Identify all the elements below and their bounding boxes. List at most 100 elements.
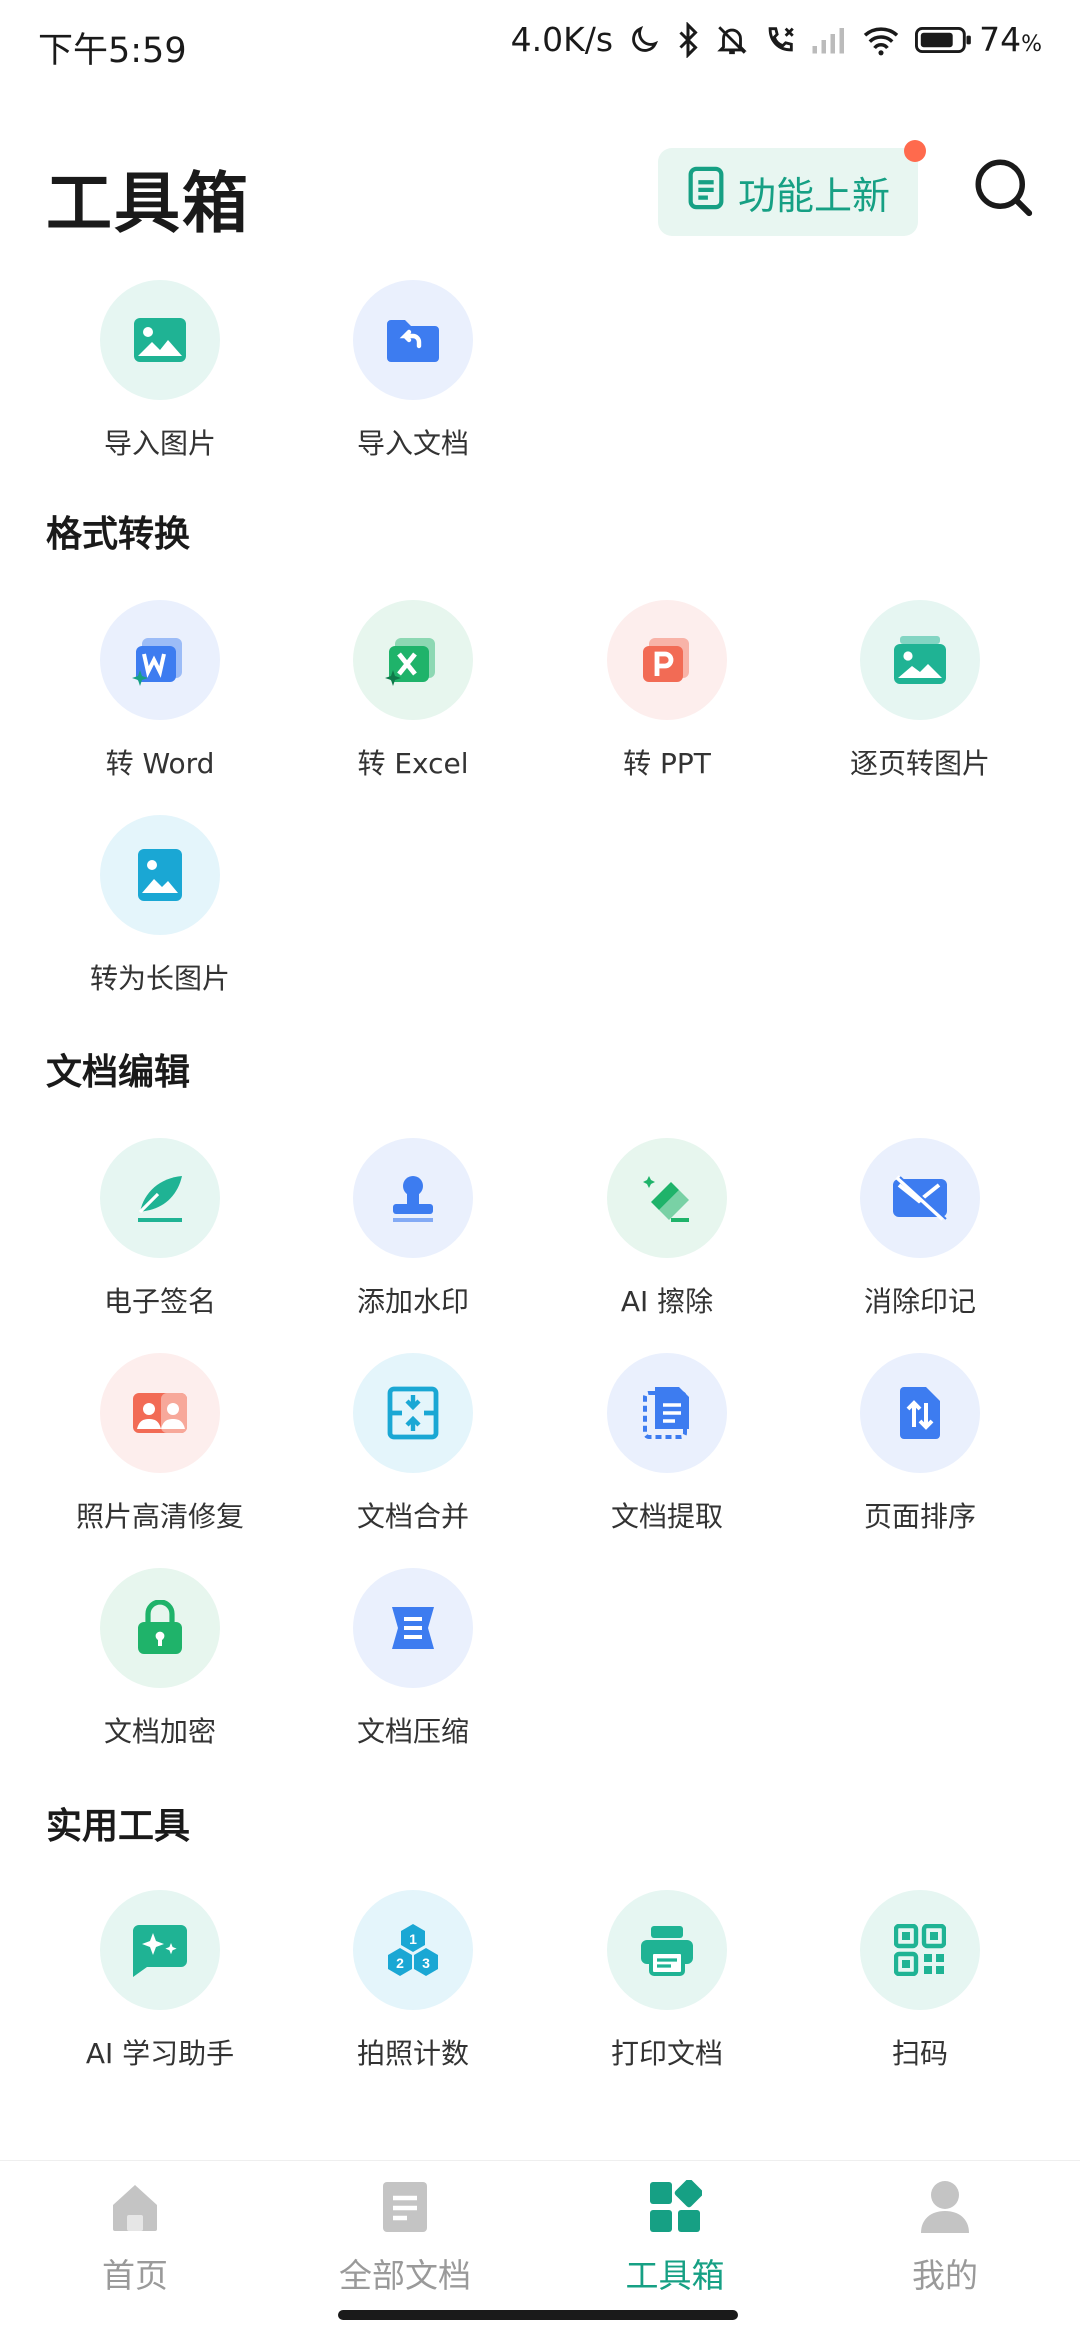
tool-label: 转 Excel xyxy=(357,747,469,780)
tool-label: 文档压缩 xyxy=(356,1715,469,1748)
long-image-icon xyxy=(100,815,220,935)
merge-icon xyxy=(353,1353,473,1473)
tool-label: 打印文档 xyxy=(610,2037,723,2070)
extract-icon xyxy=(607,1353,727,1473)
add-watermark-tool[interactable]: 添加水印 xyxy=(298,1138,528,1320)
moon-icon xyxy=(627,23,661,57)
extract-docs-tool[interactable]: 文档提取 xyxy=(552,1353,782,1535)
bell-off-icon xyxy=(715,22,749,58)
photo-count-tool[interactable]: 12 3 拍照计数 xyxy=(298,1890,528,2072)
e-signature-tool[interactable]: 电子签名 xyxy=(45,1138,275,1320)
section-title-util: 实用工具 xyxy=(46,1806,191,1847)
nav-label: 工具箱 xyxy=(625,2256,725,2295)
to-long-image-tool[interactable]: 转为长图片 xyxy=(45,815,275,997)
page-sort-tool[interactable]: 页面排序 xyxy=(805,1353,1035,1535)
home-icon xyxy=(105,2177,165,2237)
tool-label: 照片高清修复 xyxy=(75,1500,244,1533)
battery-icon xyxy=(915,26,971,53)
tool-label: 转 PPT xyxy=(623,747,711,780)
merge-docs-tool[interactable]: 文档合并 xyxy=(298,1353,528,1535)
scan-code-tool[interactable]: 扫码 xyxy=(805,1890,1035,2072)
excel-convert-icon xyxy=(353,600,473,720)
encrypt-doc-tool[interactable]: 文档加密 xyxy=(45,1568,275,1750)
tool-label: 逐页转图片 xyxy=(849,747,990,780)
nav-label: 我的 xyxy=(912,2256,978,2295)
search-icon xyxy=(975,159,1033,217)
word-convert-icon xyxy=(100,600,220,720)
user-icon xyxy=(915,2177,975,2237)
to-word-tool[interactable]: 转 Word xyxy=(45,600,275,782)
tool-label: 导入文档 xyxy=(356,427,469,460)
tool-label: 转 Word xyxy=(105,747,215,780)
to-ppt-tool[interactable]: 转 PPT xyxy=(552,600,782,782)
svg-text:2: 2 xyxy=(396,1955,404,1971)
ai-erase-tool[interactable]: AI 擦除 xyxy=(552,1138,782,1320)
document-icon xyxy=(375,2177,435,2237)
import-image-tool[interactable]: 导入图片 xyxy=(45,280,275,462)
folder-import-icon xyxy=(353,280,473,400)
ai-chat-icon xyxy=(100,1890,220,2010)
bluetooth-icon xyxy=(675,21,701,58)
battery-unit: % xyxy=(1021,32,1042,57)
eraser-icon xyxy=(607,1138,727,1258)
section-title-edit: 文档编辑 xyxy=(46,1052,191,1093)
tool-label: 消除印记 xyxy=(863,1285,976,1318)
wifi-icon xyxy=(861,24,901,56)
print-doc-tool[interactable]: 打印文档 xyxy=(552,1890,782,2072)
photo-restore-tool[interactable]: 照片高清修复 xyxy=(45,1353,275,1535)
tool-label: 文档合并 xyxy=(356,1500,469,1533)
quill-icon xyxy=(100,1138,220,1258)
nav-all-documents[interactable]: 全部文档 xyxy=(270,2177,540,2297)
svg-text:3: 3 xyxy=(422,1955,430,1971)
tool-label: 扫码 xyxy=(891,2037,948,2070)
page-title: 工具箱 xyxy=(46,165,250,242)
remove-mark-icon xyxy=(860,1138,980,1258)
images-stack-icon xyxy=(860,600,980,720)
lock-icon xyxy=(100,1568,220,1688)
status-bar: 下午5:59 4.0K/s 74% xyxy=(0,0,1080,92)
call-icon xyxy=(763,23,797,57)
tool-label: 页面排序 xyxy=(863,1500,976,1533)
pages-to-images-tool[interactable]: 逐页转图片 xyxy=(805,600,1035,782)
image-icon xyxy=(100,280,220,400)
nav-label: 全部文档 xyxy=(339,2256,471,2295)
count-icon: 12 3 xyxy=(353,1890,473,2010)
remove-marks-tool[interactable]: 消除印记 xyxy=(805,1138,1035,1320)
tool-label: 添加水印 xyxy=(356,1285,469,1318)
import-document-tool[interactable]: 导入文档 xyxy=(298,280,528,462)
status-icons: 4.0K/s 74% xyxy=(511,20,1042,59)
toolbox-icon xyxy=(645,2177,705,2237)
qr-code-icon xyxy=(860,1890,980,2010)
battery-level: 74 xyxy=(979,20,1022,59)
ai-study-tool[interactable]: AI 学习助手 xyxy=(45,1890,275,2072)
nav-label: 首页 xyxy=(102,2256,168,2295)
tool-label: AI 擦除 xyxy=(620,1285,714,1318)
doc-list-icon xyxy=(686,165,726,220)
stamp-icon xyxy=(353,1138,473,1258)
ppt-convert-icon xyxy=(607,600,727,720)
search-button[interactable] xyxy=(970,154,1036,220)
section-title-format: 格式转换 xyxy=(46,514,191,555)
net-speed: 4.0K/s xyxy=(510,20,614,59)
to-excel-tool[interactable]: 转 Excel xyxy=(298,600,528,782)
printer-icon xyxy=(607,1890,727,2010)
tool-label: 转为长图片 xyxy=(89,962,230,995)
home-indicator[interactable] xyxy=(338,2310,738,2320)
compress-doc-tool[interactable]: 文档压缩 xyxy=(298,1568,528,1750)
portrait-icon xyxy=(100,1353,220,1473)
new-features-button[interactable]: 功能上新 xyxy=(658,148,918,236)
signal-icon xyxy=(811,25,847,55)
tool-label: 文档加密 xyxy=(103,1715,216,1748)
nav-home[interactable]: 首页 xyxy=(0,2177,270,2297)
compress-icon xyxy=(353,1568,473,1688)
nav-me[interactable]: 我的 xyxy=(810,2177,1080,2297)
new-features-label: 功能上新 xyxy=(737,173,890,218)
status-time: 下午5:59 xyxy=(38,31,187,71)
tool-label: 导入图片 xyxy=(103,427,216,460)
battery: 74% xyxy=(915,20,1042,59)
tool-label: AI 学习助手 xyxy=(85,2037,235,2070)
nav-toolbox[interactable]: 工具箱 xyxy=(540,2177,810,2297)
tool-label: 拍照计数 xyxy=(356,2037,469,2070)
svg-text:1: 1 xyxy=(409,1931,417,1947)
sort-icon xyxy=(860,1353,980,1473)
